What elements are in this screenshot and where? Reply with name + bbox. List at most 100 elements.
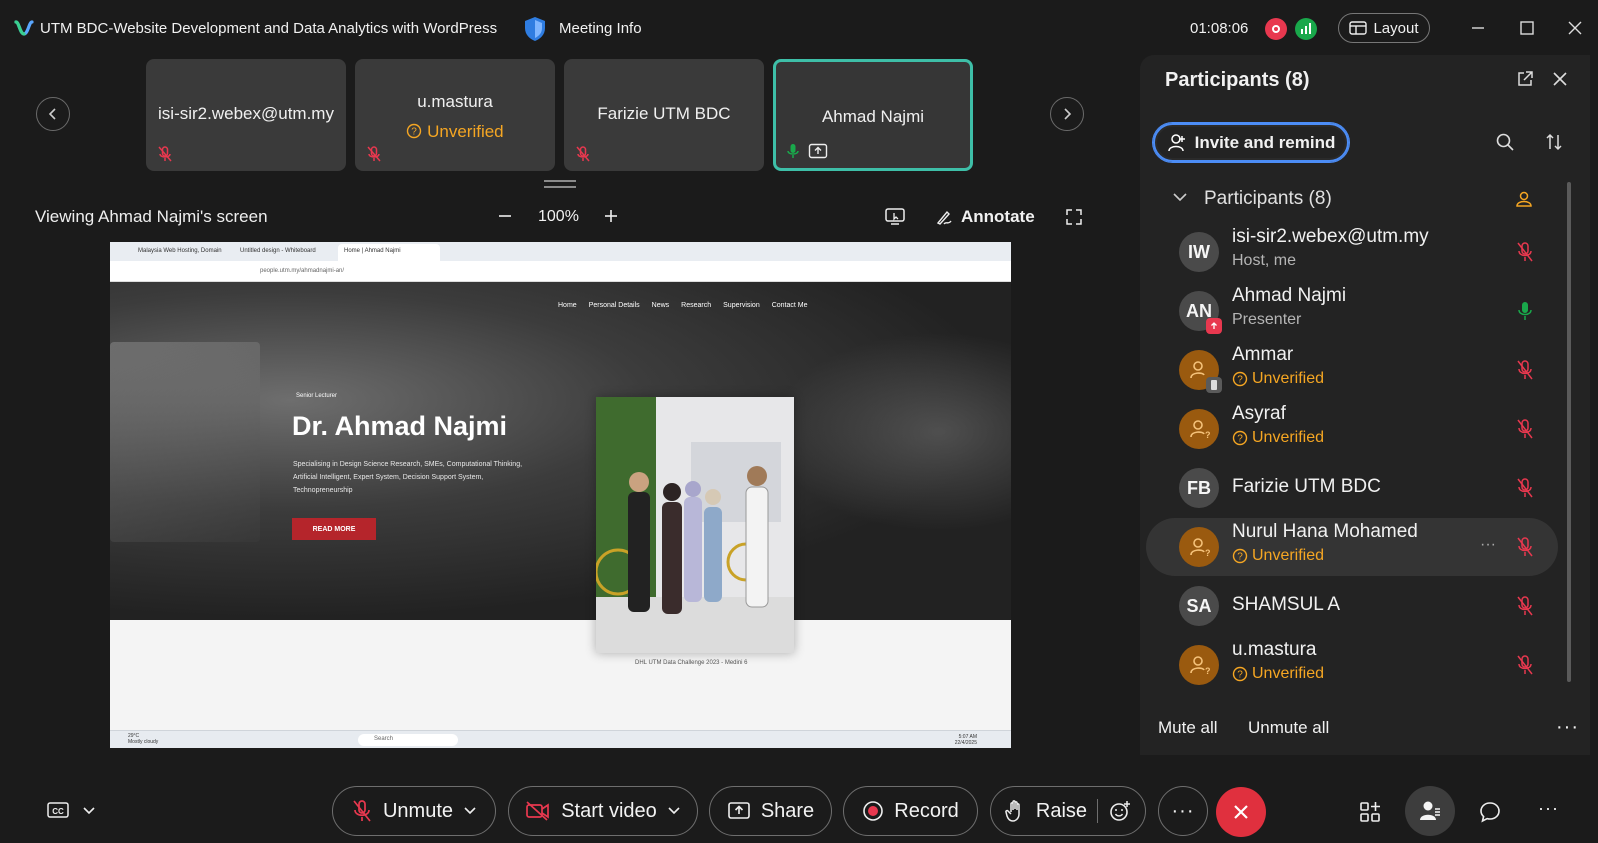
- unmute-label: Unmute: [382, 799, 454, 822]
- thumbnails-next-button[interactable]: [1050, 97, 1084, 131]
- more-icon[interactable]: ···: [1538, 798, 1559, 819]
- share-label: Share: [760, 799, 815, 822]
- participant-status: ? Unverified: [1232, 547, 1324, 565]
- host-icon: [1515, 190, 1533, 208]
- participant-name: Ahmad Najmi: [1232, 285, 1347, 306]
- closed-captions-button[interactable]: CC: [46, 801, 96, 821]
- more-options-icon[interactable]: ···: [1480, 536, 1496, 554]
- unverified-icon: ?: [1232, 666, 1248, 682]
- zoom-in-icon[interactable]: [602, 207, 620, 225]
- participant-row[interactable]: Ammar ? Unverified: [1146, 341, 1558, 399]
- shared-screen[interactable]: Malaysia Web Hosting, Domain Untitled de…: [110, 242, 1011, 748]
- reactions-icon[interactable]: [1108, 799, 1132, 823]
- participant-row[interactable]: AN Ahmad Najmi Presenter: [1146, 282, 1558, 340]
- chevron-down-icon: [82, 806, 96, 816]
- svg-text:?: ?: [1205, 548, 1210, 558]
- svg-text:?: ?: [1237, 552, 1243, 563]
- maximize-icon[interactable]: [1515, 16, 1539, 40]
- participant-row[interactable]: ? Asyraf ? Unverified: [1146, 400, 1558, 458]
- website-nav-item: Research: [681, 302, 712, 309]
- leave-meeting-button[interactable]: [1216, 787, 1266, 837]
- thumbnail-name: Farizie UTM BDC: [597, 104, 731, 123]
- remote-control-icon[interactable]: [884, 207, 906, 227]
- chat-icon[interactable]: [1478, 800, 1502, 824]
- fullscreen-icon[interactable]: [1065, 208, 1083, 226]
- participant-row[interactable]: IW isi-sir2.webex@utm.my Host, me: [1146, 223, 1558, 281]
- chevron-down-icon[interactable]: [667, 806, 681, 816]
- website-nav: Home Personal Details News Research Supe…: [558, 302, 808, 309]
- website-description: Specialising in Design Science Research,…: [293, 461, 523, 494]
- video-thumbnail-active[interactable]: Ahmad Najmi: [773, 59, 973, 171]
- mic-muted-icon: [365, 145, 383, 163]
- mic-muted-icon[interactable]: [1515, 536, 1535, 558]
- more-options-button[interactable]: ···: [1158, 786, 1208, 836]
- minimize-icon[interactable]: [1466, 16, 1490, 40]
- layout-button[interactable]: Layout: [1338, 13, 1430, 43]
- raise-hand-button[interactable]: Raise: [990, 786, 1146, 836]
- invite-and-remind-button[interactable]: Invite and remind: [1153, 123, 1349, 162]
- website-nav-item: Home: [558, 302, 577, 309]
- chevron-down-icon[interactable]: [1172, 190, 1188, 204]
- window-close-icon[interactable]: [1563, 16, 1587, 40]
- avatar: ?: [1179, 409, 1219, 449]
- close-icon[interactable]: [1551, 70, 1569, 88]
- website-heading: Dr. Ahmad Najmi: [292, 411, 508, 441]
- participant-row[interactable]: FB Farizie UTM BDC: [1146, 459, 1558, 517]
- meeting-timer: 01:08:06: [1190, 20, 1249, 37]
- annotate-button[interactable]: Annotate: [935, 207, 1035, 227]
- browser-tab: Malaysia Web Hosting, Domain: [138, 248, 222, 254]
- participants-group-label[interactable]: Participants (8): [1204, 188, 1332, 210]
- search-icon[interactable]: [1495, 132, 1515, 152]
- participant-row[interactable]: SA SHAMSUL A: [1146, 577, 1558, 635]
- popout-icon[interactable]: [1516, 70, 1534, 88]
- participant-status: ? Unverified: [1232, 429, 1324, 447]
- website-hero: Home Personal Details News Research Supe…: [110, 282, 1011, 620]
- mic-muted-icon[interactable]: [1515, 241, 1535, 263]
- sort-icon[interactable]: [1544, 132, 1564, 152]
- chevron-down-icon[interactable]: [463, 806, 477, 816]
- more-icon[interactable]: ···: [1556, 716, 1579, 739]
- mic-on-icon[interactable]: [1515, 300, 1535, 322]
- avatar: FB: [1179, 468, 1219, 508]
- zoom-level[interactable]: 100%: [538, 208, 579, 226]
- thumbnails-prev-button[interactable]: [36, 97, 70, 131]
- unverified-icon: ?: [406, 123, 422, 139]
- viewing-label: Viewing Ahmad Najmi's screen: [35, 207, 268, 226]
- annotate-label: Annotate: [961, 207, 1035, 226]
- mic-muted-icon[interactable]: [1515, 595, 1535, 617]
- apps-icon[interactable]: [1358, 800, 1382, 824]
- record-indicator-icon[interactable]: [1265, 18, 1287, 40]
- shield-icon[interactable]: [524, 16, 546, 42]
- start-video-label: Start video: [561, 799, 657, 822]
- windows-taskbar: 29°C Mostly cloudy Search 5:07 AM 22/4/2…: [110, 730, 1011, 748]
- participant-row[interactable]: ? Nurul Hana Mohamed ? Unverified ···: [1146, 518, 1558, 576]
- zoom-out-icon[interactable]: [496, 207, 514, 225]
- svg-text:CC: CC: [52, 807, 64, 816]
- chevron-right-icon: [1064, 108, 1072, 120]
- mic-on-icon: [784, 142, 802, 160]
- video-thumbnail[interactable]: isi-sir2.webex@utm.my: [146, 59, 346, 171]
- record-label: Record: [894, 799, 959, 822]
- mute-all-button[interactable]: Mute all: [1158, 718, 1218, 738]
- annotate-icon: [935, 208, 953, 226]
- meeting-info-button[interactable]: Meeting Info: [559, 20, 642, 37]
- share-button[interactable]: Share: [709, 786, 832, 836]
- video-thumbnail[interactable]: Farizie UTM BDC: [564, 59, 764, 171]
- mic-muted-icon[interactable]: [1515, 654, 1535, 676]
- signal-icon[interactable]: [1295, 18, 1317, 40]
- resize-handle[interactable]: [544, 180, 576, 188]
- start-video-button[interactable]: Start video: [508, 786, 698, 836]
- record-button[interactable]: Record: [843, 786, 978, 836]
- unmute-all-button[interactable]: Unmute all: [1248, 718, 1329, 738]
- mic-muted-icon[interactable]: [1515, 477, 1535, 499]
- participants-toggle-button[interactable]: [1405, 786, 1455, 836]
- unmute-button[interactable]: Unmute: [332, 786, 496, 836]
- add-person-icon: [1167, 133, 1187, 153]
- mic-muted-icon[interactable]: [1515, 418, 1535, 440]
- participant-row[interactable]: ? u.mastura ? Unverified: [1146, 636, 1558, 694]
- mic-muted-icon[interactable]: [1515, 359, 1535, 381]
- avatar: IW: [1179, 232, 1219, 272]
- video-thumbnail[interactable]: u.mastura ? Unverified: [355, 59, 555, 171]
- panel-scrollbar[interactable]: [1567, 182, 1571, 682]
- panel-title: Participants (8): [1165, 69, 1310, 91]
